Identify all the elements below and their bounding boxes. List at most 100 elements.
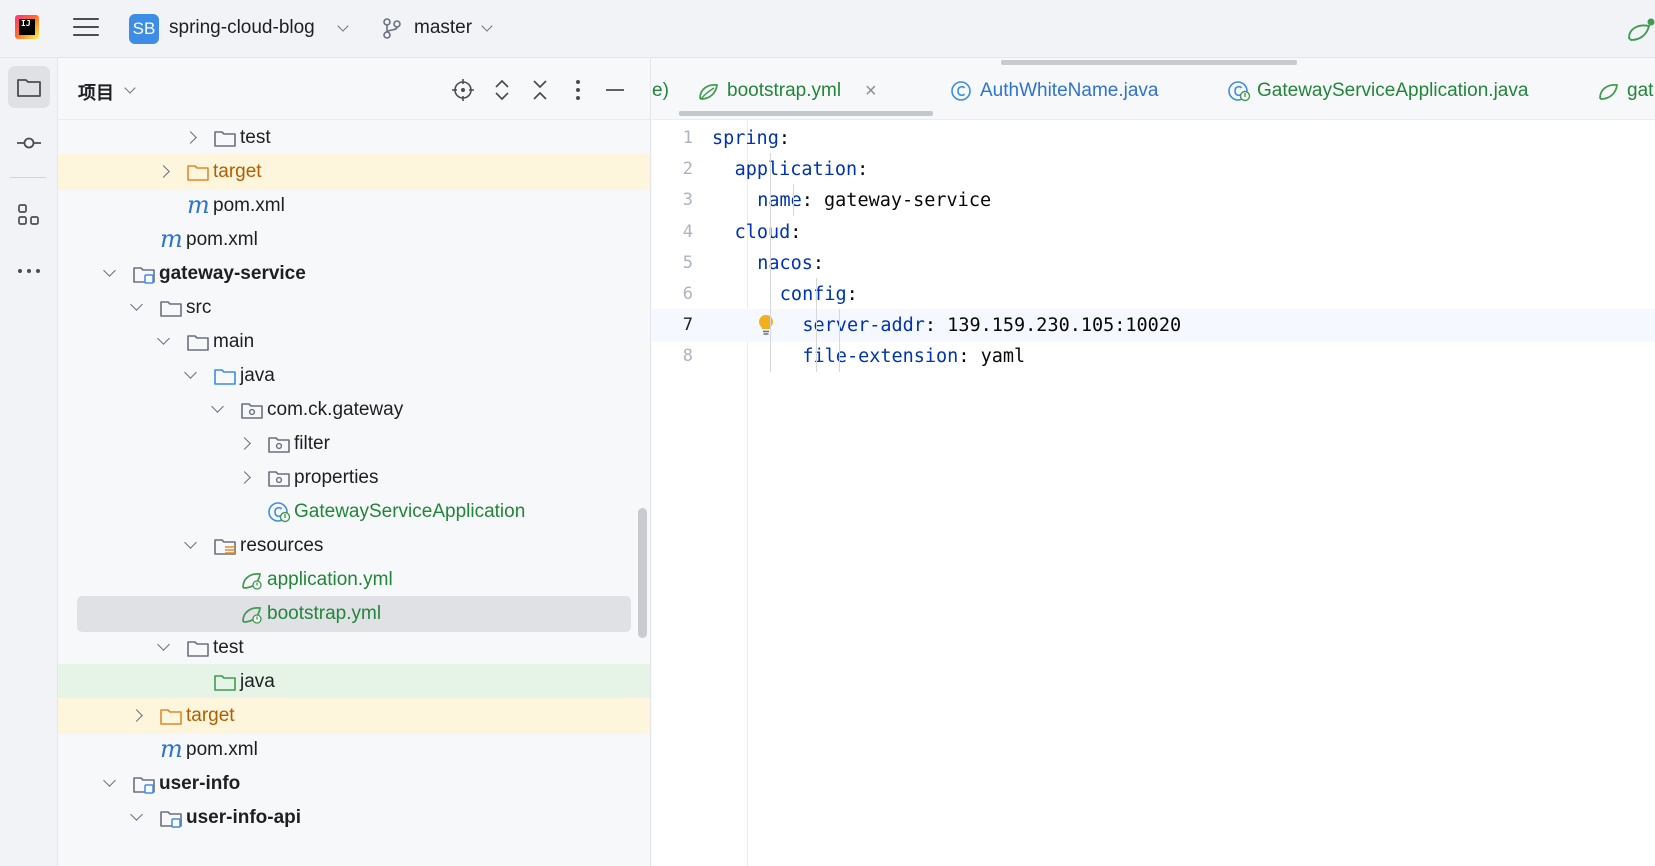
code-text: spring: xyxy=(712,122,790,155)
code-line[interactable]: 1 spring: xyxy=(652,122,1655,155)
tree-item-label: pom.xml xyxy=(186,229,258,250)
structure-tool-button[interactable] xyxy=(8,194,50,236)
code-line[interactable]: 8 file-extension: yaml xyxy=(652,340,1655,373)
tree-item-label: resources xyxy=(240,535,324,556)
chevron-down-icon[interactable] xyxy=(157,332,170,345)
tree-item-label: user-info xyxy=(159,773,241,794)
chevron-right-icon[interactable] xyxy=(157,165,170,178)
maven-icon: m xyxy=(160,225,183,253)
chevron-down-icon[interactable] xyxy=(130,808,143,821)
chevron-right-icon[interactable] xyxy=(238,471,251,484)
chevron-down-icon[interactable] xyxy=(481,20,493,32)
code-line[interactable]: 6 config: xyxy=(652,278,1655,311)
code-line[interactable]: 3 name: gateway-service xyxy=(652,184,1655,217)
tree-row[interactable]: bootstrap.yml xyxy=(58,596,650,632)
intellij-logo-icon[interactable]: IJ xyxy=(15,15,39,39)
options-icon[interactable] xyxy=(566,78,590,102)
chevron-right-icon[interactable] xyxy=(130,709,143,722)
line-number: 5 xyxy=(682,252,693,273)
tree-item-label: bootstrap.yml xyxy=(267,603,382,624)
tree-row[interactable]: main xyxy=(58,324,650,360)
tree-row[interactable]: application.yml xyxy=(58,562,650,598)
spring-class-icon xyxy=(1228,81,1251,102)
tree-row[interactable]: m pom.xml xyxy=(58,222,650,258)
chevron-down-icon[interactable] xyxy=(157,638,170,651)
tree-row[interactable]: filter xyxy=(58,426,650,462)
tree-row[interactable]: src xyxy=(58,290,650,326)
collapse-all-icon[interactable] xyxy=(528,78,552,102)
yaml-value: yaml xyxy=(969,346,1026,368)
project-view-selector[interactable]: 项目 xyxy=(78,79,114,105)
tree-item-label: main xyxy=(213,331,255,352)
tree-item-label: test xyxy=(240,127,271,148)
tree-row[interactable]: m pom.xml xyxy=(58,188,650,224)
locate-icon[interactable] xyxy=(451,78,475,102)
tree-row[interactable]: user-info xyxy=(58,766,650,802)
chevron-right-icon[interactable] xyxy=(184,131,197,144)
chevron-right-icon[interactable] xyxy=(238,437,251,450)
expand-all-icon[interactable] xyxy=(490,78,514,102)
tree-row[interactable]: properties xyxy=(58,460,650,496)
tree-item-label: com.ck.gateway xyxy=(267,399,404,420)
code-line[interactable]: 2 application: xyxy=(652,153,1655,186)
tree-row[interactable]: user-info-api xyxy=(58,800,650,836)
tree-item-label: target xyxy=(186,705,235,726)
tab-label: AuthWhiteName.java xyxy=(980,80,1159,101)
tree-scrollbar-thumb[interactable] xyxy=(638,508,647,638)
code-text: nacos: xyxy=(757,247,824,280)
main-menu-icon[interactable] xyxy=(73,18,99,38)
project-panel-header: 项目 xyxy=(58,58,650,120)
tree-item-label: java xyxy=(240,671,275,692)
tree-row[interactable]: java xyxy=(58,358,650,394)
close-icon[interactable]: × xyxy=(865,70,877,112)
hide-icon[interactable] xyxy=(603,78,627,102)
spring-run-icon[interactable] xyxy=(1625,18,1655,44)
tree-row[interactable]: m pom.xml xyxy=(58,732,650,768)
project-tool-button[interactable] xyxy=(8,66,50,108)
tree-row[interactable]: GatewayServiceApplication xyxy=(58,494,650,530)
indent-guide xyxy=(793,184,794,216)
package-icon xyxy=(268,437,290,453)
tree-row[interactable]: test xyxy=(58,630,650,666)
tree-item-label: properties xyxy=(294,467,379,488)
line-number: 8 xyxy=(682,346,693,367)
code-line[interactable]: 5 nacos: xyxy=(652,247,1655,280)
chevron-down-icon[interactable] xyxy=(103,264,116,277)
tree-row[interactable]: target xyxy=(58,698,650,734)
folder-excluded-icon xyxy=(160,709,182,725)
chevron-down-icon[interactable] xyxy=(211,400,224,413)
project-name[interactable]: spring-cloud-blog xyxy=(169,17,315,39)
commit-tool-button[interactable] xyxy=(8,122,50,164)
code-line[interactable]: 4 cloud: xyxy=(652,216,1655,249)
tree-row[interactable]: test xyxy=(58,120,650,156)
more-tools-button[interactable] xyxy=(8,250,50,292)
line-number: 7 xyxy=(682,315,693,336)
indent-guide xyxy=(770,153,771,372)
code-line[interactable]: 7 server-addr: 139.159.230.105:10020 xyxy=(652,309,1655,343)
chevron-down-icon[interactable] xyxy=(337,20,349,32)
chevron-down-icon[interactable] xyxy=(184,366,197,379)
yaml-separator: : xyxy=(778,128,790,149)
line-number: 1 xyxy=(682,128,693,148)
project-badge[interactable]: SB xyxy=(129,14,159,44)
yaml-key: server-addr xyxy=(802,315,925,337)
tree-row[interactable]: java xyxy=(58,664,650,700)
tree-row[interactable]: com.ck.gateway xyxy=(58,392,650,428)
chevron-down-icon[interactable] xyxy=(130,298,143,311)
branch-name[interactable]: master xyxy=(414,17,472,39)
indent-guide xyxy=(839,309,840,372)
chevron-down-icon[interactable] xyxy=(103,774,116,787)
tree-row[interactable]: target xyxy=(58,154,650,190)
tree-item-label: pom.xml xyxy=(213,195,285,216)
tree-row[interactable]: gateway-service xyxy=(58,256,650,292)
tab-bootstrap-yml[interactable]: bootstrap.yml × xyxy=(679,70,933,116)
toolstrip-divider xyxy=(10,177,46,178)
chevron-down-icon[interactable] xyxy=(124,82,136,94)
tree-row[interactable]: resources xyxy=(58,528,650,564)
branch-icon[interactable] xyxy=(381,17,403,39)
lightbulb-icon[interactable] xyxy=(756,313,776,337)
commit-icon xyxy=(17,137,41,149)
tab-scrollbar[interactable] xyxy=(1001,60,1297,65)
tree-item-label: src xyxy=(186,297,212,318)
chevron-down-icon[interactable] xyxy=(184,536,197,549)
